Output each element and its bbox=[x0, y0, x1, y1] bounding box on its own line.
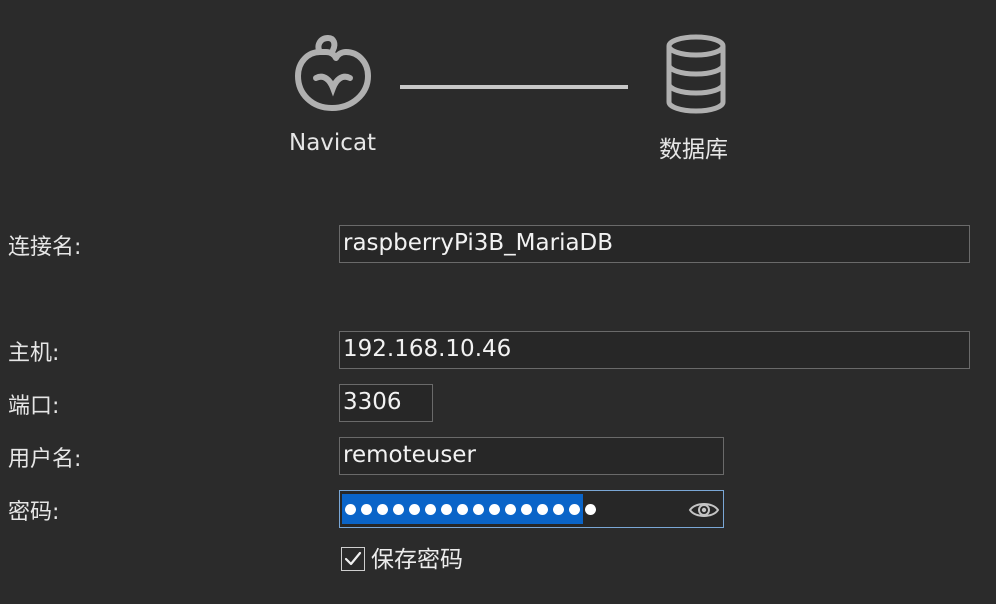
host-label: 主机: bbox=[8, 341, 60, 366]
password-mask-dot bbox=[473, 503, 484, 515]
password-mask-dot bbox=[553, 503, 564, 515]
host-input[interactable]: 192.168.10.46 bbox=[339, 331, 970, 369]
checkmark-icon bbox=[344, 551, 362, 566]
password-mask-dot bbox=[569, 503, 580, 515]
port-input[interactable]: 3306 bbox=[339, 384, 433, 422]
username-input[interactable]: remoteuser bbox=[339, 437, 724, 475]
password-mask-dot bbox=[377, 503, 388, 515]
password-mask-dot bbox=[537, 503, 548, 515]
password-mask-dot bbox=[505, 503, 516, 515]
eye-icon[interactable] bbox=[687, 493, 721, 527]
save-password-label[interactable]: 保存密码 bbox=[371, 545, 463, 575]
password-mask-dot bbox=[457, 503, 468, 515]
password-mask-dot bbox=[425, 503, 436, 515]
password-mask-dot bbox=[345, 503, 356, 515]
password-mask-dot bbox=[393, 503, 404, 515]
password-mask-dot bbox=[489, 503, 500, 515]
password-label: 密码: bbox=[8, 500, 60, 525]
password-mask-dot bbox=[441, 503, 452, 515]
connection-line bbox=[400, 85, 628, 89]
connection-name-label: 连接名: bbox=[8, 235, 82, 260]
password-mask-dot bbox=[521, 503, 532, 515]
connection-name-input[interactable]: raspberryPi3B_MariaDB bbox=[339, 225, 970, 263]
password-mask-dot bbox=[361, 503, 372, 515]
password-input[interactable] bbox=[339, 490, 724, 528]
database-label: 数据库 bbox=[659, 137, 728, 163]
database-icon bbox=[664, 34, 728, 114]
password-selection bbox=[342, 494, 596, 524]
navicat-label: Navicat bbox=[289, 130, 377, 156]
port-label: 端口: bbox=[8, 394, 60, 419]
save-password-checkbox[interactable] bbox=[341, 547, 365, 571]
password-mask-dot bbox=[409, 503, 420, 515]
navicat-logo-icon bbox=[290, 34, 376, 114]
password-mask-dot bbox=[585, 503, 596, 515]
username-label: 用户名: bbox=[8, 447, 82, 472]
